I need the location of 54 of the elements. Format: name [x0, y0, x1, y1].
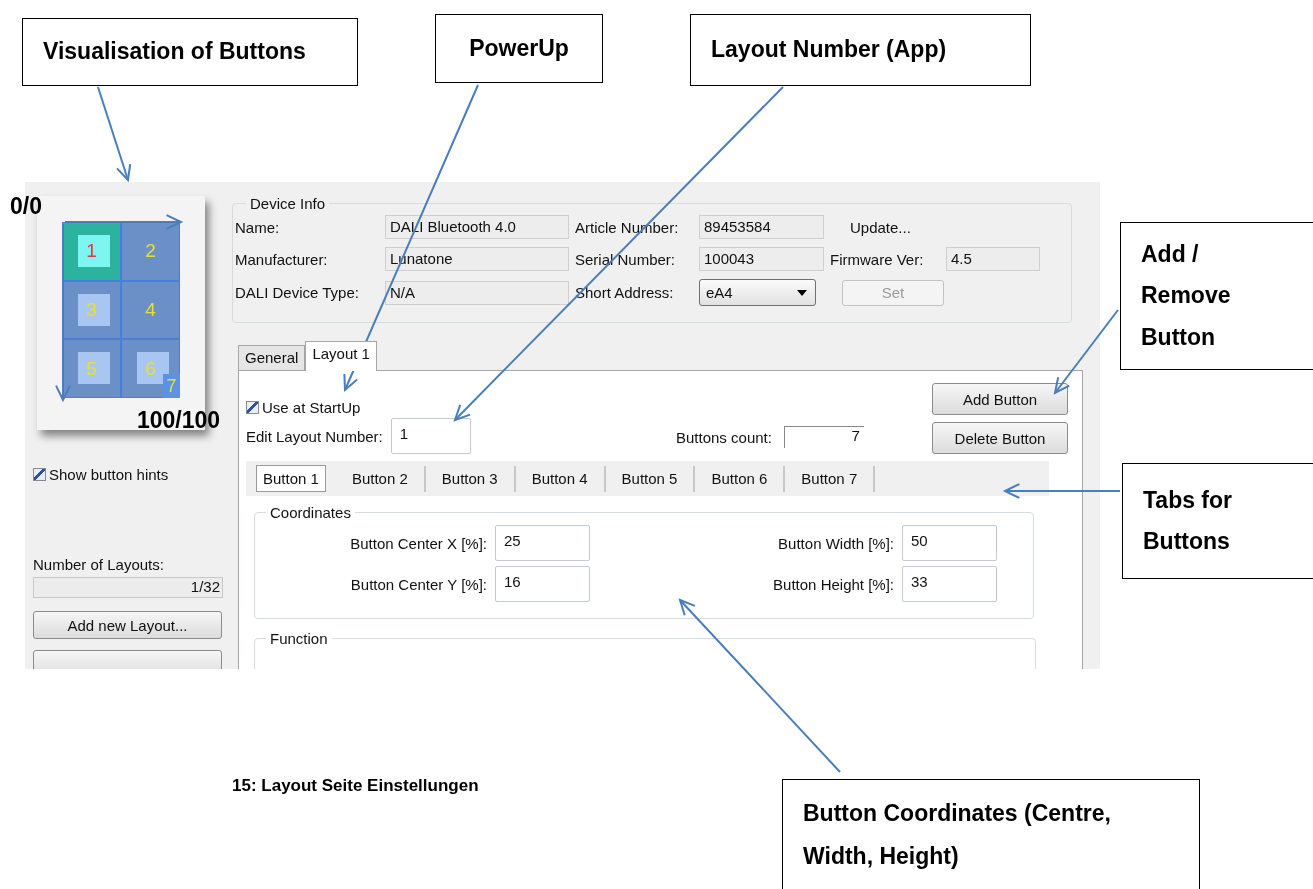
add-layout-button[interactable]: Add new Layout...: [33, 611, 222, 639]
callout-box: PowerUp: [435, 14, 603, 83]
layouts-label: Number of Layouts:: [33, 556, 165, 573]
input-field[interactable]: 50: [902, 525, 997, 561]
field-label: Button Height [%]:: [772, 575, 895, 593]
group-title: Device Info: [249, 195, 327, 212]
field-label: Button Center Y [%]:: [349, 575, 488, 593]
layouts-count-field: 1/32: [33, 577, 223, 598]
axis-label: 100/100: [137, 407, 221, 434]
tab[interactable]: Button 7: [785, 465, 876, 492]
field-label: DALI Device Type:: [235, 284, 360, 301]
dropdown[interactable]: eA4: [699, 279, 816, 306]
input-field[interactable]: 33: [902, 566, 997, 602]
callout-box: Visualisation of Buttons: [22, 18, 358, 86]
field-label: Button Width [%]:: [777, 534, 895, 552]
field-label: Name:: [235, 218, 281, 236]
field-label: Button Center X [%]:: [349, 534, 488, 552]
tab[interactable]: Button 6: [695, 465, 786, 492]
field-label: Buttons count:: [676, 428, 772, 446]
axis-label: 0/0: [10, 193, 42, 220]
action-button[interactable]: Delete Button: [932, 422, 1068, 454]
tab[interactable]: Layout 1: [305, 341, 377, 371]
field-label: Firmware Ver:: [830, 250, 925, 268]
tab[interactable]: Button 4: [515, 465, 606, 492]
readonly-field: 100043: [699, 247, 824, 271]
checkbox[interactable]: [33, 468, 46, 481]
callout-box: Add / Remove Button: [1120, 222, 1313, 370]
checkbox-label: Show button hints: [49, 466, 169, 483]
tab[interactable]: General: [238, 345, 306, 370]
field-label: Manufacturer:: [235, 250, 329, 268]
input-field[interactable]: 25: [495, 525, 590, 561]
count-field: 7: [783, 426, 864, 448]
tab[interactable]: Button 2: [335, 465, 426, 492]
tab[interactable]: Button 3: [425, 465, 516, 492]
callout-box: Tabs for Buttons: [1122, 463, 1313, 579]
checkbox[interactable]: [246, 401, 259, 414]
field-label: Serial Number:: [575, 250, 677, 268]
checkbox-label: Use at StartUp: [262, 399, 361, 416]
caret-icon: [797, 289, 807, 296]
field-label: Edit Layout Number:: [246, 427, 383, 445]
readonly-field: N/A: [385, 280, 569, 305]
readonly-field: 89453584: [699, 215, 824, 239]
figure-caption: 15: Layout Seite Einstellungen: [232, 776, 479, 796]
group-title: Function: [269, 630, 329, 647]
action-button[interactable]: Add Button: [932, 383, 1068, 415]
readonly-field: 4.5: [946, 247, 1040, 271]
group-title: Coordinates: [269, 504, 352, 521]
tab[interactable]: Button 1: [256, 465, 326, 492]
tab[interactable]: Button 5: [605, 465, 696, 492]
callout-box: Button Coordinates (Centre, Width, Height): [782, 779, 1200, 889]
callout-box: Layout Number (App): [690, 14, 1031, 86]
input-field[interactable]: 1: [390, 418, 471, 454]
update-link[interactable]: Update...: [830, 218, 946, 236]
input-field[interactable]: 16: [495, 566, 590, 602]
